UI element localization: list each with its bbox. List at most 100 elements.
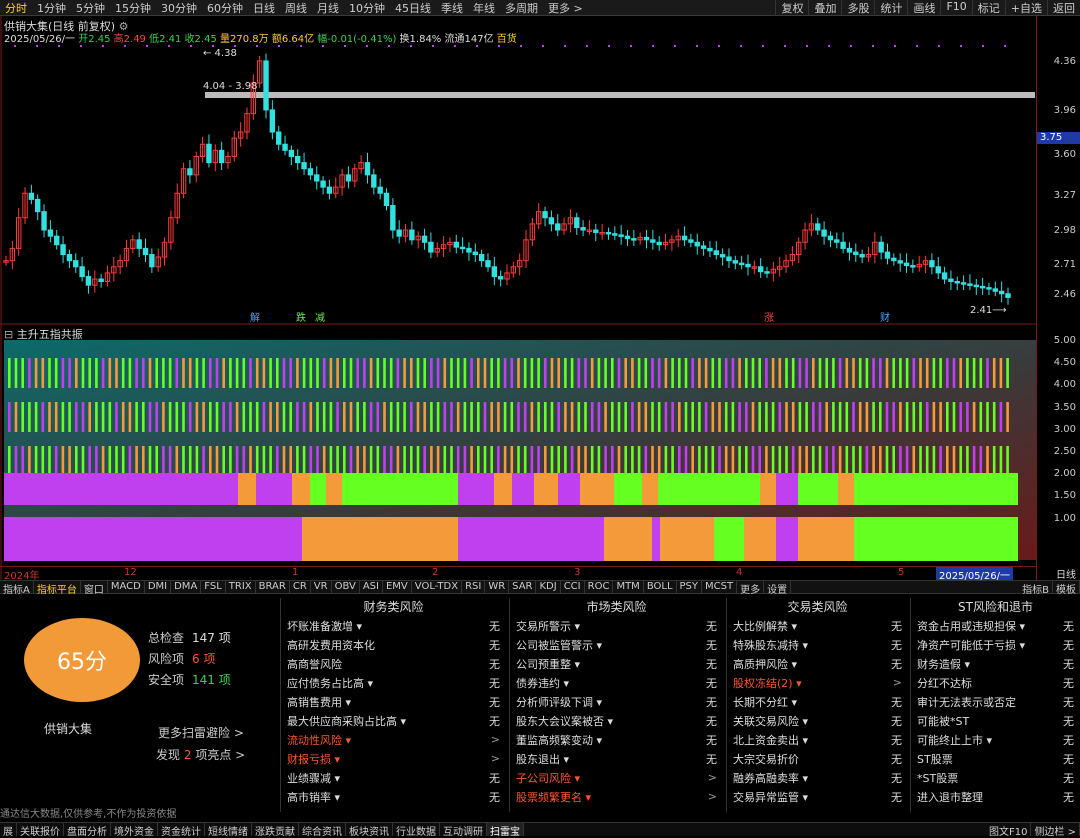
indicator-tab[interactable]: TRIX xyxy=(226,581,256,593)
kline-chart-area[interactable]: ← 4.38 4.04 - 3.98 2.41⟶ 解 跌减 涨 财 xyxy=(0,16,1036,580)
period-label[interactable]: 日线 xyxy=(1056,566,1076,581)
risk-item[interactable]: 关联交易风险 ▾ 无 xyxy=(727,711,908,730)
indicator-tab[interactable]: BOLL xyxy=(644,581,677,593)
indicator-tab[interactable]: 模板 xyxy=(1053,581,1080,596)
risk-item[interactable]: ST股票 无 xyxy=(911,749,1080,768)
risk-item[interactable]: 进入退市整理 无 xyxy=(911,787,1080,806)
risk-item[interactable]: 业绩骤减 ▾ 无 xyxy=(281,768,506,787)
indicator-tab[interactable]: SAR xyxy=(509,581,537,593)
timeframe-tab[interactable]: 分时 xyxy=(0,0,32,16)
risk-item[interactable]: 财务造假 ▾ 无 xyxy=(911,654,1080,673)
indicator-tab[interactable]: VR xyxy=(311,581,332,593)
risk-item[interactable]: 可能被*ST 无 xyxy=(911,711,1080,730)
bottom-tab[interactable]: 资金统计 xyxy=(158,823,205,838)
indicator-tab[interactable]: 指标B xyxy=(1019,581,1053,596)
timeframe-tab[interactable]: 30分钟 xyxy=(156,0,202,16)
risk-item[interactable]: 股东大会议案被否 ▾ 无 xyxy=(510,711,723,730)
more-risk-link[interactable]: 更多扫雷避险 > xyxy=(158,724,244,741)
indicator-tab[interactable]: VOL-TDX xyxy=(412,581,463,593)
indicator-tab[interactable]: 指标平台 xyxy=(34,581,81,596)
indicator-tab[interactable]: 窗口 xyxy=(81,581,108,596)
indicator-tab[interactable]: 设置 xyxy=(764,581,792,596)
indicator-tab[interactable]: MTM xyxy=(613,581,644,593)
indicator-tab[interactable]: MACD xyxy=(108,581,145,593)
indicator-tab[interactable]: 更多 xyxy=(737,581,765,596)
risk-item[interactable]: 北上资金卖出 ▾ 无 xyxy=(727,730,908,749)
indicator-tab[interactable]: ASI xyxy=(360,581,383,593)
risk-item[interactable]: 最大供应商采购占比高 ▾ 无 xyxy=(281,711,506,730)
risk-item[interactable]: 子公司风险 ▾ > xyxy=(510,768,723,787)
bottom-tab[interactable]: 侧边栏 > xyxy=(1031,823,1080,838)
bottom-tab[interactable]: 行业数据 xyxy=(393,823,440,838)
risk-item[interactable]: 债券违约 ▾ 无 xyxy=(510,673,723,692)
indicator-tab[interactable]: RSI xyxy=(462,581,486,593)
risk-item[interactable]: 资金占用或违规担保 ▾ 无 xyxy=(911,616,1080,635)
risk-item[interactable]: 大比例解禁 ▾ 无 xyxy=(727,616,908,635)
indicator-tab[interactable]: KDJ xyxy=(536,581,561,593)
toolbar-button[interactable]: 返回 xyxy=(1047,0,1080,16)
risk-item[interactable]: 股东退出 ▾ 无 xyxy=(510,749,723,768)
bottom-tab[interactable]: 展 xyxy=(0,823,17,838)
bottom-tab[interactable]: 扫雷宝 xyxy=(487,823,524,838)
risk-item[interactable]: 财报亏损 ▾ > xyxy=(281,749,506,768)
indicator-tab[interactable]: DMA xyxy=(171,581,202,593)
risk-item[interactable]: 高研发费用资本化 无 xyxy=(281,635,506,654)
indicator-tab[interactable]: 指标A xyxy=(0,581,34,596)
indicator-tab[interactable]: CCI xyxy=(561,581,585,593)
risk-item[interactable]: 交易异常监管 ▾ 无 xyxy=(727,787,908,806)
bottom-tab[interactable]: 板块资讯 xyxy=(346,823,393,838)
risk-item[interactable]: 高销售费用 ▾ 无 xyxy=(281,692,506,711)
risk-item[interactable]: 高市销率 ▾ 无 xyxy=(281,787,506,806)
timeframe-tab[interactable]: 月线 xyxy=(312,0,344,16)
bottom-tab[interactable]: 综合资讯 xyxy=(299,823,346,838)
bottom-tab[interactable]: 短线情绪 xyxy=(205,823,252,838)
indicator-tab[interactable]: FSL xyxy=(201,581,226,593)
bottom-tab[interactable]: 境外资金 xyxy=(111,823,158,838)
collapse-icon[interactable]: ⊟ xyxy=(4,328,13,341)
timeframe-tab[interactable]: 1分钟 xyxy=(32,0,71,16)
risk-item[interactable]: 公司预重整 ▾ 无 xyxy=(510,654,723,673)
risk-item[interactable]: *ST股票 无 xyxy=(911,768,1080,787)
sub-indicator-title[interactable]: ⊟ 主升五指共振 xyxy=(4,326,83,342)
risk-item[interactable]: 分析师评级下调 ▾ 无 xyxy=(510,692,723,711)
indicator-tab[interactable]: OBV xyxy=(332,581,360,593)
bottom-tab[interactable]: 盘面分析 xyxy=(64,823,111,838)
risk-item[interactable]: 公司被监管警示 ▾ 无 xyxy=(510,635,723,654)
risk-item[interactable]: 股权冻结(2) ▾ > xyxy=(727,673,908,692)
bottom-tab[interactable]: 图文F10 xyxy=(986,823,1032,838)
toolbar-button[interactable]: F10 xyxy=(940,0,971,16)
risk-item[interactable]: 净资产可能低于亏损 ▾ 无 xyxy=(911,635,1080,654)
toolbar-button[interactable]: 叠加 xyxy=(808,0,841,16)
timeframe-tab[interactable]: 季线 xyxy=(436,0,468,16)
indicator-tab[interactable]: WR xyxy=(485,581,510,593)
toolbar-button[interactable]: 多股 xyxy=(841,0,874,16)
timeframe-tab[interactable]: 年线 xyxy=(468,0,500,16)
risk-item[interactable]: 融券高融卖率 ▾ 无 xyxy=(727,768,908,787)
risk-item[interactable]: 特殊股东减持 ▾ 无 xyxy=(727,635,908,654)
risk-item[interactable]: 可能终止上市 ▾ 无 xyxy=(911,730,1080,749)
timeframe-tab[interactable]: 10分钟 xyxy=(344,0,390,16)
timeframe-tab[interactable]: 日线 xyxy=(248,0,280,16)
timeframe-tab[interactable]: 15分钟 xyxy=(110,0,156,16)
timeframe-tab[interactable]: 多周期 xyxy=(500,0,543,16)
indicator-tab[interactable]: PSY xyxy=(677,581,703,593)
risk-item[interactable]: 流动性风险 ▾ > xyxy=(281,730,506,749)
indicator-tab[interactable]: CR xyxy=(290,581,311,593)
timeframe-tab[interactable]: 周线 xyxy=(280,0,312,16)
indicator-tab[interactable]: MCST xyxy=(702,581,738,593)
toolbar-button[interactable]: 复权 xyxy=(775,0,808,16)
bottom-tab[interactable]: 互动调研 xyxy=(440,823,487,838)
risk-item[interactable]: 审计无法表示或否定 无 xyxy=(911,692,1080,711)
risk-item[interactable]: 分红不达标 无 xyxy=(911,673,1080,692)
risk-item[interactable]: 长期不分红 ▾ 无 xyxy=(727,692,908,711)
indicator-tab[interactable]: DMI xyxy=(145,581,172,593)
bottom-tab[interactable]: 涨跌贡献 xyxy=(252,823,299,838)
bottom-tab[interactable]: 关联报价 xyxy=(17,823,64,838)
indicator-tab[interactable]: BRAR xyxy=(256,581,290,593)
toolbar-button[interactable]: 统计 xyxy=(874,0,907,16)
toolbar-button[interactable]: 画线 xyxy=(907,0,940,16)
timeframe-tab[interactable]: 更多 > xyxy=(543,0,588,16)
risk-item[interactable]: 坏账准备激增 ▾ 无 xyxy=(281,616,506,635)
risk-item[interactable]: 高质押风险 ▾ 无 xyxy=(727,654,908,673)
timeframe-tab[interactable]: 5分钟 xyxy=(71,0,110,16)
